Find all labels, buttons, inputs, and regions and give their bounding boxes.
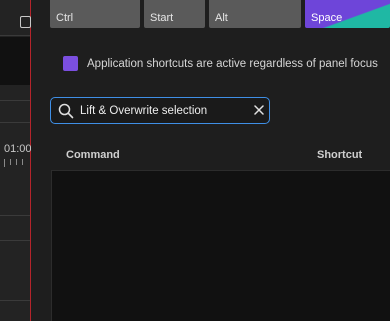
divider bbox=[0, 122, 30, 123]
search-field[interactable] bbox=[50, 97, 270, 124]
key-start[interactable]: Start bbox=[144, 0, 205, 28]
shortcuts-table-body[interactable] bbox=[51, 170, 390, 321]
app-shortcuts-checkbox[interactable] bbox=[63, 56, 78, 71]
clear-icon[interactable] bbox=[253, 104, 265, 116]
search-input[interactable] bbox=[80, 102, 250, 119]
ruler-tick bbox=[16, 159, 17, 165]
app-shortcuts-label: Application shortcuts are active regardl… bbox=[87, 58, 378, 70]
key-ctrl[interactable]: Ctrl bbox=[50, 0, 140, 28]
timeline-panel: 01:00 bbox=[0, 0, 31, 321]
divider bbox=[0, 215, 30, 216]
key-alt[interactable]: Alt bbox=[209, 0, 301, 28]
search-icon bbox=[58, 103, 74, 119]
divider bbox=[0, 100, 30, 101]
ruler-tick bbox=[22, 159, 23, 165]
divider bbox=[0, 300, 30, 301]
timeline-toggle-button[interactable] bbox=[20, 16, 31, 28]
key-space[interactable]: Space bbox=[305, 0, 390, 28]
column-header-command[interactable]: Command bbox=[66, 149, 120, 161]
timeline-track-area bbox=[0, 37, 30, 85]
ruler-tick bbox=[10, 159, 11, 165]
column-header-shortcut[interactable]: Shortcut bbox=[317, 149, 362, 161]
timeline-ruler-ticks bbox=[4, 159, 23, 167]
divider bbox=[0, 240, 30, 241]
keyboard-shortcuts-dialog: 01:00 Ctrl Start Alt Space Application s… bbox=[0, 0, 390, 321]
ruler-tick bbox=[4, 159, 5, 167]
divider bbox=[0, 35, 30, 36]
timeline-timecode: 01:00 bbox=[4, 143, 31, 155]
